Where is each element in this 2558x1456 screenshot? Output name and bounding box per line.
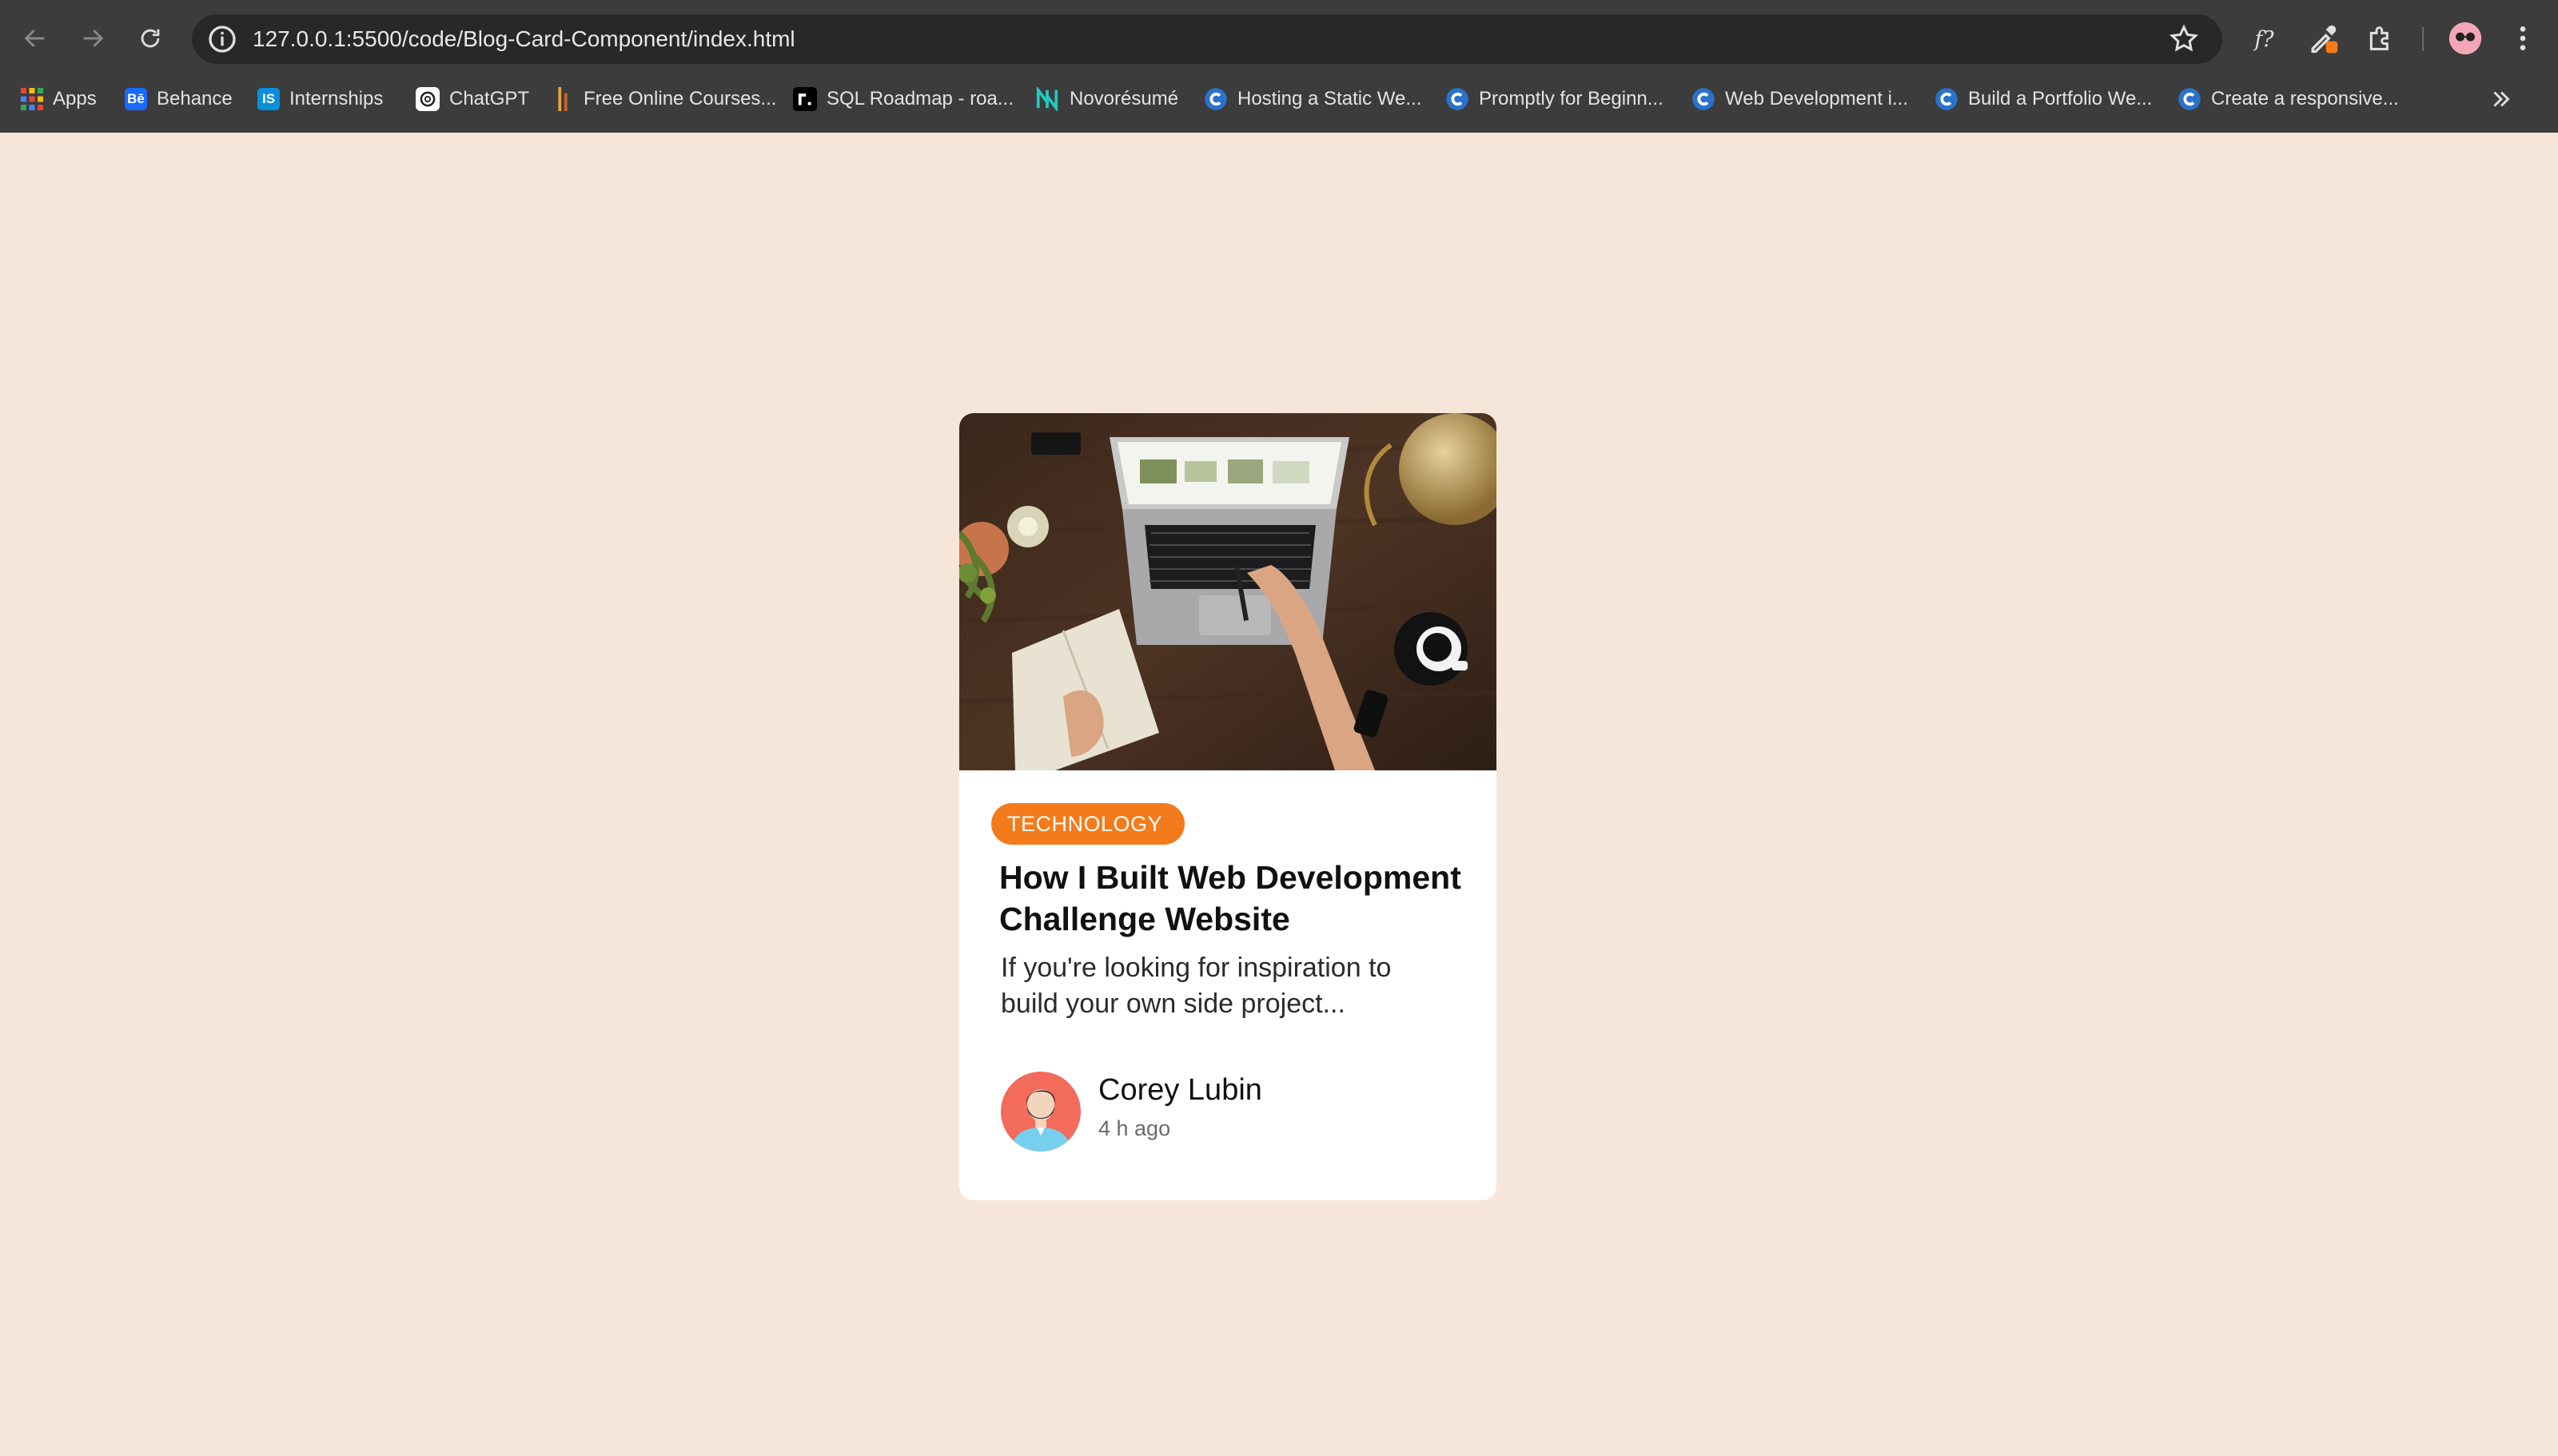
bookmark-label: Novorésumé <box>1070 88 1179 109</box>
bookmark-web-development[interactable]: Web Development i... <box>1691 80 1908 118</box>
eyedropper-icon <box>2311 25 2338 54</box>
puzzle-icon <box>2369 26 2389 50</box>
author-avatar <box>1001 1072 1081 1152</box>
browser-chrome: 127.0.0.1:5500/code/Blog-Card-Component/… <box>0 0 2558 133</box>
coursera-icon <box>1446 88 1468 110</box>
kebab-menu-icon <box>2520 26 2526 50</box>
bookmark-promptly[interactable]: Promptly for Beginn... <box>1445 80 1663 118</box>
coursera-icon <box>2178 88 2201 110</box>
hero-image <box>959 413 1496 770</box>
bookmark-label: Build a Portfolio We... <box>1968 88 2153 109</box>
site-info-icon[interactable] <box>206 23 238 55</box>
bookmark-apps[interactable]: Apps <box>21 80 97 118</box>
bookmark-build-portfolio[interactable]: Build a Portfolio We... <box>1934 80 2152 118</box>
coursera-icon <box>1692 88 1715 110</box>
reload-button[interactable] <box>128 16 173 61</box>
bookmark-label: Create a responsive... <box>2211 88 2399 109</box>
bookmark-label: Web Development i... <box>1725 88 1908 109</box>
behance-icon: Bē <box>125 88 147 110</box>
forward-button[interactable] <box>70 16 115 61</box>
chatgpt-icon <box>416 87 440 111</box>
courses-icon <box>558 87 568 111</box>
internshala-icon: IS <box>257 88 280 110</box>
coursera-icon <box>1205 88 1227 110</box>
bookmark-label: Behance <box>157 88 233 109</box>
bookmark-novoresume[interactable]: Novorésumé <box>1034 80 1178 118</box>
post-timestamp: 4 h ago <box>1098 1116 1171 1140</box>
bookmark-label: Free Online Courses... <box>584 88 777 109</box>
bookmarks-bar: Apps Bē Behance IS Internships ChatGPT F… <box>0 80 2558 118</box>
bookmark-label: Hosting a Static We... <box>1237 88 1422 109</box>
bookmark-label: Promptly for Beginn... <box>1479 88 1663 109</box>
bookmark-create-responsive[interactable]: Create a responsive... <box>2177 80 2399 118</box>
bookmarks-overflow-button[interactable] <box>2488 80 2515 118</box>
browser-toolbar: 127.0.0.1:5500/code/Blog-Card-Component/… <box>0 10 2558 69</box>
novoresume-icon <box>1036 87 1058 111</box>
reload-icon <box>141 29 160 48</box>
bookmark-label: ChatGPT <box>449 88 530 109</box>
bookmark-label: Apps <box>53 88 97 109</box>
double-chevron-right-icon <box>2493 91 2510 107</box>
card-excerpt: If you're looking for inspiration to bui… <box>1001 953 1392 1019</box>
extensions-button[interactable] <box>2360 18 2401 59</box>
bookmark-sql-roadmap[interactable]: SQL Roadmap - roa... <box>793 80 1014 118</box>
profile-avatar-icon <box>2448 22 2482 55</box>
bookmark-free-courses[interactable]: Free Online Courses... <box>552 80 776 118</box>
font-f-icon: f? <box>2253 27 2274 52</box>
bookmark-internships[interactable]: IS Internships <box>257 80 383 118</box>
card-title[interactable]: How I Built Web Development Challenge We… <box>999 857 1479 940</box>
browser-menu-button[interactable] <box>2502 18 2544 59</box>
bookmark-star-icon[interactable] <box>2168 23 2200 55</box>
blog-card[interactable]: TECHNOLOGY How I Built Web Development C… <box>959 413 1496 1200</box>
url-text[interactable]: 127.0.0.1:5500/code/Blog-Card-Component/… <box>253 14 795 64</box>
bookmark-behance[interactable]: Bē Behance <box>125 80 233 118</box>
svg-text:f?: f? <box>2253 27 2274 52</box>
apps-grid-icon <box>21 88 43 110</box>
colorpicker-extension-button[interactable] <box>2302 18 2344 59</box>
toolbar-divider <box>2422 27 2424 51</box>
bookmark-label: Internships <box>289 88 384 109</box>
back-button[interactable] <box>13 16 58 61</box>
arrow-right-icon <box>83 30 104 47</box>
bookmark-label: SQL Roadmap - roa... <box>827 88 1014 109</box>
address-bar[interactable]: 127.0.0.1:5500/code/Blog-Card-Component/… <box>192 14 2222 64</box>
author-name[interactable]: Corey Lubin <box>1098 1073 1262 1108</box>
roadmap-icon <box>793 87 817 111</box>
arrow-left-icon <box>24 30 45 47</box>
font-extension-button[interactable]: f? <box>2243 18 2285 59</box>
profile-button[interactable] <box>2444 18 2486 59</box>
category-tag[interactable]: TECHNOLOGY <box>991 803 1185 845</box>
bookmark-chatgpt[interactable]: ChatGPT <box>416 80 529 118</box>
bookmark-hosting-static[interactable]: Hosting a Static We... <box>1204 80 1421 118</box>
coursera-icon <box>1935 88 1958 110</box>
